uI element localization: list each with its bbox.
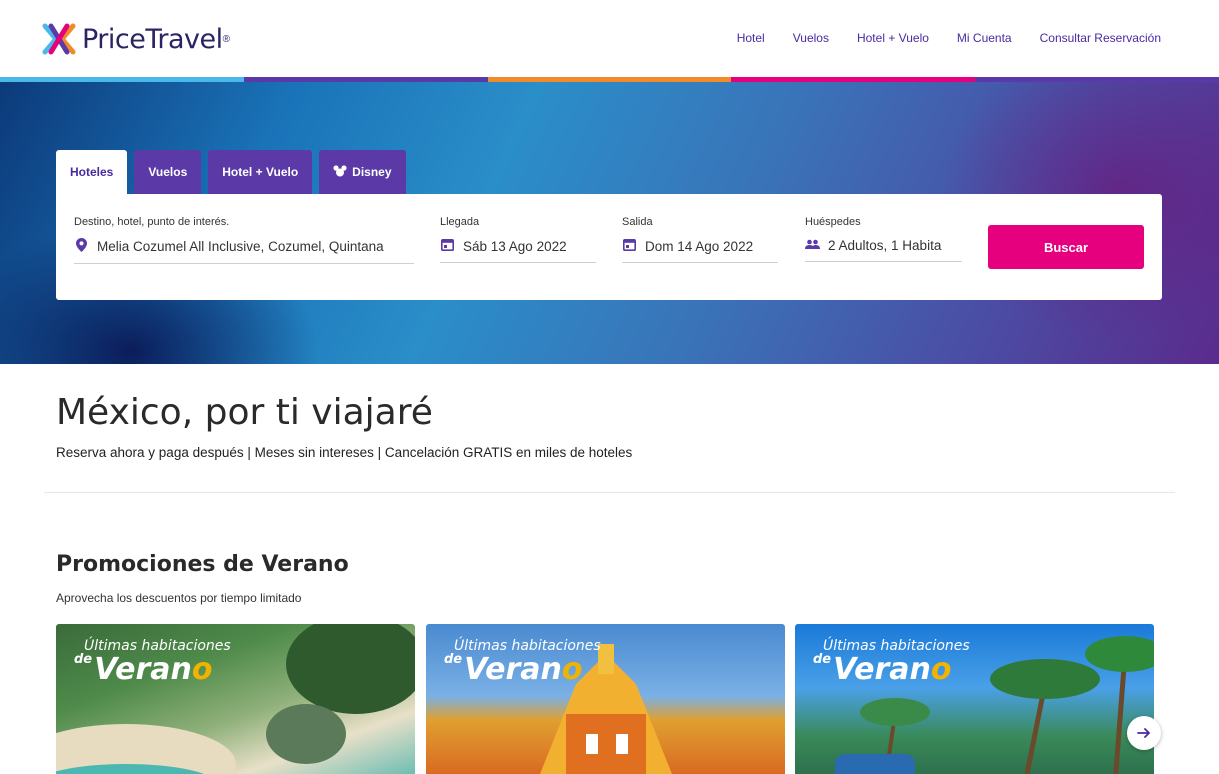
nav-consultar-reservacion[interactable]: Consultar Reservación <box>1040 31 1161 45</box>
tab-label: Hoteles <box>70 165 114 179</box>
brand-registered: ® <box>222 33 231 45</box>
people-icon <box>805 238 820 253</box>
promo-section-title: Promociones de Verano <box>56 552 349 577</box>
brand-logo[interactable]: PriceTravel ® <box>42 22 230 56</box>
destination-input[interactable]: Melia Cozumel All Inclusive, Cozumel, Qu… <box>74 238 414 264</box>
promo-card-main: Veran <box>833 652 931 687</box>
page-headline: México, por ti viajaré <box>56 392 433 433</box>
main-nav: Hotel Vuelos Hotel + Vuelo Mi Cuenta Con… <box>709 31 1161 45</box>
location-pin-icon <box>74 238 88 255</box>
destination-value: Melia Cozumel All Inclusive, Cozumel, Qu… <box>97 239 384 254</box>
promo-card[interactable]: Últimas habitaciones deVerano <box>426 624 785 774</box>
brand-name: PriceTravel <box>82 23 223 55</box>
promo-card-o: o <box>930 652 952 687</box>
search-button[interactable]: Buscar <box>988 225 1144 269</box>
tab-disney[interactable]: Disney <box>319 150 406 194</box>
destination-field[interactable]: Destino, hotel, punto de interés. Melia … <box>74 216 414 264</box>
promo-card-o: o <box>191 652 213 687</box>
guests-input[interactable]: 2 Adultos, 1 Habita <box>805 238 962 262</box>
checkin-label: Llegada <box>440 216 480 228</box>
checkin-value: Sáb 13 Ago 2022 <box>463 238 567 254</box>
arrow-right-icon <box>1137 728 1150 738</box>
checkout-value: Dom 14 Ago 2022 <box>645 238 754 254</box>
promo-card-o: o <box>561 652 583 687</box>
tab-hoteles[interactable]: Hoteles <box>56 150 128 194</box>
pricetravel-logo-icon <box>42 23 76 55</box>
tab-vuelos[interactable]: Vuelos <box>134 150 202 194</box>
checkout-field[interactable]: Salida Dom 14 Ago 2022 <box>622 216 778 263</box>
search-tabs: Hoteles Vuelos Hotel + Vuelo Disney <box>56 150 413 194</box>
carousel-next-button[interactable] <box>1127 716 1161 750</box>
checkout-label: Salida <box>622 216 653 228</box>
nav-mi-cuenta[interactable]: Mi Cuenta <box>957 31 1012 45</box>
promo-card-title: deVerano <box>813 652 952 687</box>
site-header: PriceTravel ® Hotel Vuelos Hotel + Vuelo… <box>0 0 1219 78</box>
guests-value: 2 Adultos, 1 Habita <box>828 238 942 253</box>
tab-label: Vuelos <box>148 165 188 179</box>
guests-label: Huéspedes <box>805 216 861 228</box>
section-divider <box>44 492 1175 493</box>
destination-label: Destino, hotel, punto de interés. <box>74 216 230 228</box>
calendar-icon <box>440 238 454 254</box>
search-form: Destino, hotel, punto de interés. Melia … <box>56 194 1162 300</box>
promo-card[interactable]: Últimas habitaciones deVerano <box>56 624 415 774</box>
promo-card-prefix: de <box>813 652 832 667</box>
promo-card-prefix: de <box>74 652 93 667</box>
calendar-icon <box>622 238 636 254</box>
promo-section-subtitle: Aprovecha los descuentos por tiempo limi… <box>56 591 302 605</box>
promo-card-title: deVerano <box>74 652 213 687</box>
promo-card-main: Veran <box>464 652 562 687</box>
tab-label: Disney <box>352 165 392 179</box>
mickey-icon <box>333 164 347 180</box>
page-subline: Reserva ahora y paga después | Meses sin… <box>56 445 633 460</box>
promo-card[interactable]: Últimas habitaciones deVerano <box>795 624 1154 774</box>
promo-card-prefix: de <box>444 652 463 667</box>
checkin-input[interactable]: Sáb 13 Ago 2022 <box>440 238 596 263</box>
promo-card-title: deVerano <box>444 652 583 687</box>
promo-card-main: Veran <box>94 652 192 687</box>
tab-hotel-vuelo[interactable]: Hotel + Vuelo <box>208 150 313 194</box>
checkin-field[interactable]: Llegada Sáb 13 Ago 2022 <box>440 216 596 263</box>
nav-hotel-vuelo[interactable]: Hotel + Vuelo <box>857 31 929 45</box>
tab-label: Hotel + Vuelo <box>222 165 299 179</box>
guests-field[interactable]: Huéspedes 2 Adultos, 1 Habita <box>805 216 962 262</box>
checkout-input[interactable]: Dom 14 Ago 2022 <box>622 238 778 263</box>
nav-hotel[interactable]: Hotel <box>737 31 765 45</box>
nav-vuelos[interactable]: Vuelos <box>793 31 829 45</box>
